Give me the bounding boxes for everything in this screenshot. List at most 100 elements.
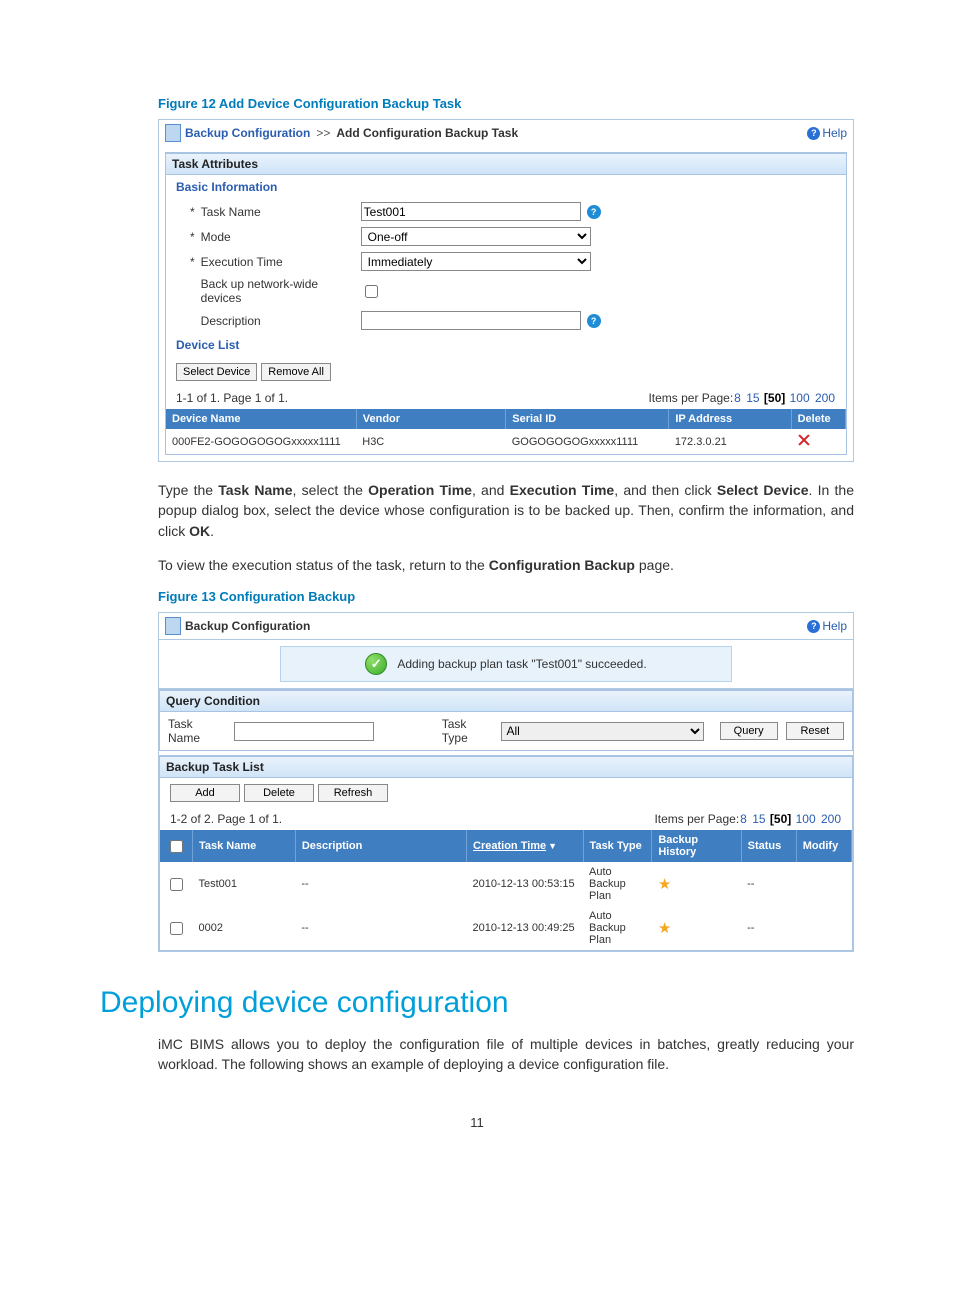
- figure-12-caption: Figure 12 Add Device Configuration Backu…: [158, 96, 854, 111]
- row-checkbox[interactable]: [170, 878, 183, 891]
- select-all-checkbox[interactable]: [170, 840, 183, 853]
- backup-history-cell[interactable]: ★: [652, 862, 741, 906]
- help-icon[interactable]: ?: [587, 205, 601, 219]
- query-condition-header: Query Condition: [160, 690, 852, 712]
- help-icon[interactable]: ?: [587, 314, 601, 328]
- exec-time-row: * Execution Time Immediately: [166, 249, 846, 274]
- help-icon: ?: [807, 620, 820, 633]
- query-task-name-input[interactable]: [234, 722, 374, 741]
- sort-desc-icon: ▼: [548, 841, 557, 851]
- description-row: * Description ?: [166, 308, 846, 333]
- description-label: Description: [201, 314, 361, 328]
- task-name-cell[interactable]: 0002: [193, 906, 296, 950]
- paragraph-2: To view the execution status of the task…: [158, 555, 854, 575]
- modify-cell[interactable]: [796, 862, 851, 906]
- col-vendor: Vendor: [356, 409, 505, 429]
- page-size-8[interactable]: 8: [740, 812, 747, 826]
- paragraph-1: Type the Task Name, select the Operation…: [158, 480, 854, 541]
- help-link[interactable]: ? Help: [807, 619, 847, 633]
- backup-history-cell[interactable]: ★: [652, 906, 741, 950]
- page-size-15[interactable]: 15: [746, 391, 759, 405]
- page-number: 11: [100, 1115, 854, 1130]
- basic-info-header: Basic Information: [166, 175, 846, 199]
- task-name-row: * Task Name ?: [166, 199, 846, 224]
- exec-time-label: Execution Time: [201, 255, 361, 269]
- items-per-page: Items per Page:8 15 [50] 100 200: [648, 391, 836, 405]
- col-creation-time[interactable]: Creation Time▼: [467, 830, 584, 862]
- page-size-15[interactable]: 15: [752, 812, 765, 826]
- breadcrumb-current: Add Configuration Backup Task: [336, 126, 518, 140]
- delete-cell[interactable]: [791, 429, 845, 454]
- page-size-8[interactable]: 8: [734, 391, 741, 405]
- task-name-cell[interactable]: Test001: [193, 862, 296, 906]
- page-size-200[interactable]: 200: [815, 391, 835, 405]
- add-button[interactable]: Add: [170, 784, 240, 802]
- backup-task-table: Task Name Description Creation Time▼ Tas…: [160, 830, 852, 950]
- backup-nw-row: * Back up network-wide devices: [166, 274, 846, 308]
- ip-cell: 172.3.0.21: [669, 429, 791, 454]
- breadcrumb: Backup Configuration >> Add Configuratio…: [159, 120, 853, 146]
- table-row: Test001 -- 2010-12-13 00:53:15 Auto Back…: [160, 862, 852, 906]
- config-icon: [165, 124, 181, 142]
- list-actions: Add Delete Refresh: [160, 778, 852, 808]
- success-message: ✓ Adding backup plan task "Test001" succ…: [280, 646, 731, 682]
- pager-summary: 1-2 of 2. Page 1 of 1.: [170, 812, 282, 826]
- col-status[interactable]: Status: [741, 830, 796, 862]
- description-cell: --: [295, 862, 466, 906]
- device-name-cell[interactable]: 000FE2-GOGOGOGOGxxxxx1111: [166, 429, 356, 454]
- col-modify[interactable]: Modify: [796, 830, 851, 862]
- device-table: Device Name Vendor Serial ID IP Address …: [166, 409, 846, 454]
- breadcrumb-link[interactable]: Backup Configuration: [185, 126, 310, 140]
- row-checkbox[interactable]: [170, 922, 183, 935]
- vendor-cell: H3C: [356, 429, 505, 454]
- reset-button[interactable]: Reset: [786, 722, 844, 740]
- col-task-type[interactable]: Task Type: [583, 830, 652, 862]
- config-icon: [165, 617, 181, 635]
- mode-row: * Mode One-off: [166, 224, 846, 249]
- delete-icon[interactable]: [797, 433, 811, 447]
- task-name-label: Task Name: [201, 205, 361, 219]
- remove-all-button[interactable]: Remove All: [261, 363, 331, 381]
- task-attributes-header: Task Attributes: [166, 153, 846, 175]
- items-per-page-label: Items per Page:: [648, 391, 733, 405]
- col-description[interactable]: Description: [295, 830, 466, 862]
- task-type-cell: Auto Backup Plan: [583, 906, 652, 950]
- help-link[interactable]: ? Help: [807, 126, 847, 140]
- table-header-row: Task Name Description Creation Time▼ Tas…: [160, 830, 852, 862]
- delete-button[interactable]: Delete: [244, 784, 314, 802]
- refresh-button[interactable]: Refresh: [318, 784, 388, 802]
- star-icon: ★: [658, 921, 671, 936]
- page-size-100[interactable]: 100: [796, 812, 816, 826]
- backup-nw-label: Back up network-wide devices: [201, 277, 361, 305]
- help-label: Help: [822, 126, 847, 140]
- check-icon: ✓: [365, 653, 387, 675]
- mode-select[interactable]: One-off: [361, 227, 591, 246]
- page-size-100[interactable]: 100: [790, 391, 810, 405]
- required-star: *: [190, 230, 195, 244]
- col-task-name[interactable]: Task Name: [193, 830, 296, 862]
- description-input[interactable]: [361, 311, 581, 330]
- backup-nw-checkbox[interactable]: [365, 285, 378, 298]
- col-serial: Serial ID: [506, 409, 669, 429]
- task-type-label: Task Type: [442, 717, 494, 745]
- query-button[interactable]: Query: [720, 722, 778, 740]
- task-name-input[interactable]: [361, 202, 581, 221]
- help-icon: ?: [807, 127, 820, 140]
- figure-13-panel: Backup Configuration ? Help ✓ Adding bac…: [158, 612, 854, 952]
- exec-time-select[interactable]: Immediately: [361, 252, 591, 271]
- creation-time-cell: 2010-12-13 00:53:15: [467, 862, 584, 906]
- page-size-200[interactable]: 200: [821, 812, 841, 826]
- query-task-type-select[interactable]: All: [501, 722, 703, 741]
- select-device-button[interactable]: Select Device: [176, 363, 257, 381]
- pager-summary: 1-1 of 1. Page 1 of 1.: [176, 391, 288, 405]
- pager-row: 1-1 of 1. Page 1 of 1. Items per Page:8 …: [166, 387, 846, 409]
- status-cell: --: [741, 862, 796, 906]
- page-size-50: [50]: [770, 812, 791, 826]
- col-backup-history[interactable]: Backup History: [652, 830, 741, 862]
- pager-row: 1-2 of 2. Page 1 of 1. Items per Page:8 …: [160, 808, 852, 830]
- task-name-label: Task Name: [168, 717, 226, 745]
- description-cell: --: [295, 906, 466, 950]
- backup-task-list-header: Backup Task List: [160, 756, 852, 778]
- creation-time-cell: 2010-12-13 00:49:25: [467, 906, 584, 950]
- modify-cell[interactable]: [796, 906, 851, 950]
